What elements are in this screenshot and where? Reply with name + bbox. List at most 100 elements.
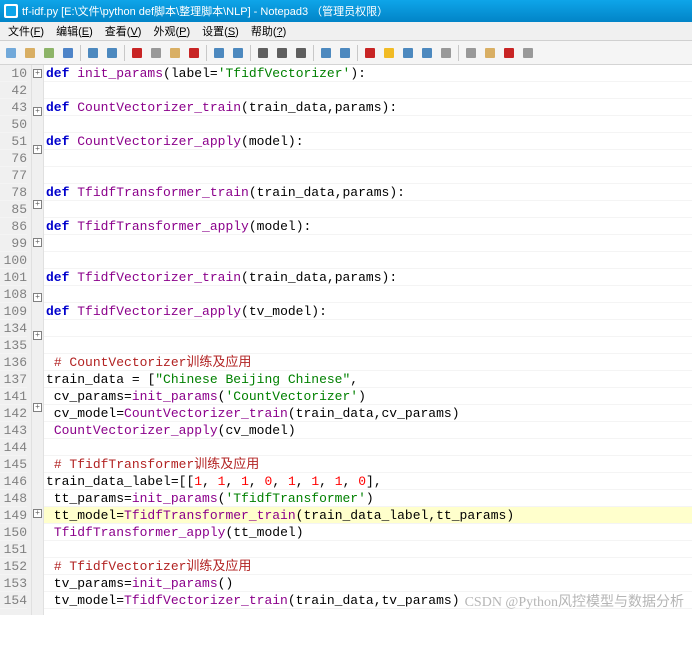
fold-toggle-icon[interactable]: + xyxy=(33,509,42,518)
ws-icon[interactable] xyxy=(273,44,291,62)
code-line[interactable]: def TfidfVectorizer_apply(tv_model): xyxy=(44,303,692,320)
code-line[interactable]: def TfidfVectorizer_train(train_data,par… xyxy=(44,269,692,286)
code-line[interactable]: train_data_label=[[1, 1, 1, 0, 1, 1, 1, … xyxy=(44,473,692,490)
fold-gutter[interactable]: + + + + + + + + + xyxy=(32,65,44,615)
wordup-icon[interactable] xyxy=(418,44,436,62)
line-number: 10 xyxy=(0,65,27,82)
code-line[interactable] xyxy=(44,541,692,558)
fold-toggle-icon[interactable]: + xyxy=(33,293,42,302)
code-line[interactable] xyxy=(44,252,692,269)
code-line[interactable] xyxy=(44,150,692,167)
zoomin-icon[interactable] xyxy=(317,44,335,62)
folder-icon[interactable] xyxy=(481,44,499,62)
line-number: 51 xyxy=(0,133,27,150)
line-number: 148 xyxy=(0,490,27,507)
redo-icon[interactable] xyxy=(103,44,121,62)
line-number: 100 xyxy=(0,252,27,269)
new-icon[interactable] xyxy=(2,44,20,62)
menu-item[interactable]: 帮助(?) xyxy=(245,22,292,40)
line-number: 146 xyxy=(0,473,27,490)
code-line[interactable]: tt_model=TfidfTransformer_train(train_da… xyxy=(44,507,692,524)
wrap-icon[interactable] xyxy=(254,44,272,62)
line-number: 149 xyxy=(0,507,27,524)
line-number: 143 xyxy=(0,422,27,439)
line-number: 134 xyxy=(0,320,27,337)
line-number: 50 xyxy=(0,116,27,133)
code-line[interactable] xyxy=(44,286,692,303)
clear-icon[interactable] xyxy=(437,44,455,62)
paste-icon[interactable] xyxy=(166,44,184,62)
settings-icon[interactable] xyxy=(519,44,537,62)
fold-toggle-icon[interactable]: + xyxy=(33,403,42,412)
code-line[interactable]: def init_params(label='TfidfVectorizer')… xyxy=(44,65,692,82)
line-number: 78 xyxy=(0,184,27,201)
editor[interactable]: 1042435051767778858699100101108109134135… xyxy=(0,65,692,615)
line-number: 76 xyxy=(0,150,27,167)
code-line[interactable] xyxy=(44,439,692,456)
code-line[interactable] xyxy=(44,235,692,252)
code-line[interactable]: def TfidfTransformer_apply(model): xyxy=(44,218,692,235)
menu-item[interactable]: 编辑(E) xyxy=(50,22,99,40)
pin-icon[interactable] xyxy=(361,44,379,62)
line-number: 152 xyxy=(0,558,27,575)
window-title: tf-idf.py [E:\文件\python def脚本\整理脚本\NLP] … xyxy=(22,3,388,19)
delete-icon[interactable] xyxy=(185,44,203,62)
code-line[interactable] xyxy=(44,337,692,354)
code-line[interactable]: TfidfTransformer_apply(tt_model) xyxy=(44,524,692,541)
undo-icon[interactable] xyxy=(84,44,102,62)
code-line[interactable]: tt_params=init_params('TfidfTransformer'… xyxy=(44,490,692,507)
code-line[interactable]: # TfidfVectorizer训练及应用 xyxy=(44,558,692,575)
code-line[interactable] xyxy=(44,82,692,99)
menu-item[interactable]: 文件(F) xyxy=(2,22,50,40)
code-line[interactable] xyxy=(44,320,692,337)
cut-icon[interactable] xyxy=(128,44,146,62)
font-icon[interactable] xyxy=(292,44,310,62)
code-line[interactable]: # TfidfTransformer训练及应用 xyxy=(44,456,692,473)
code-line[interactable] xyxy=(44,116,692,133)
code-line[interactable]: def TfidfTransformer_train(train_data,pa… xyxy=(44,184,692,201)
menu-item[interactable]: 外观(P) xyxy=(147,22,196,40)
replace-icon[interactable] xyxy=(229,44,247,62)
exit-icon[interactable] xyxy=(500,44,518,62)
code-line[interactable]: tv_params=init_params() xyxy=(44,575,692,592)
open-icon[interactable] xyxy=(21,44,39,62)
code-line[interactable] xyxy=(44,201,692,218)
worddown-icon[interactable] xyxy=(399,44,417,62)
code-line[interactable]: cv_model=CountVectorizer_train(train_dat… xyxy=(44,405,692,422)
line-number: 144 xyxy=(0,439,27,456)
code-line[interactable]: cv_params=init_params('CountVectorizer') xyxy=(44,388,692,405)
code-line[interactable]: # CountVectorizer训练及应用 xyxy=(44,354,692,371)
toolbar[interactable] xyxy=(0,41,692,65)
line-number: 109 xyxy=(0,303,27,320)
save-icon[interactable] xyxy=(59,44,77,62)
menu-item[interactable]: 查看(V) xyxy=(99,22,148,40)
line-number: 77 xyxy=(0,167,27,184)
star-icon[interactable] xyxy=(380,44,398,62)
code-area[interactable]: def init_params(label='TfidfVectorizer')… xyxy=(44,65,692,615)
code-line[interactable]: tv_model=TfidfVectorizer_train(train_dat… xyxy=(44,592,692,609)
copy-icon[interactable] xyxy=(147,44,165,62)
fold-toggle-icon[interactable]: + xyxy=(33,145,42,154)
code-line[interactable]: CountVectorizer_apply(cv_model) xyxy=(44,422,692,439)
line-number: 154 xyxy=(0,592,27,609)
line-number: 150 xyxy=(0,524,27,541)
line-number: 85 xyxy=(0,201,27,218)
print-icon[interactable] xyxy=(462,44,480,62)
fold-toggle-icon[interactable]: + xyxy=(33,69,42,78)
code-line[interactable]: def CountVectorizer_apply(model): xyxy=(44,133,692,150)
code-line[interactable]: def CountVectorizer_train(train_data,par… xyxy=(44,99,692,116)
fold-toggle-icon[interactable]: + xyxy=(33,107,42,116)
revert-icon[interactable] xyxy=(40,44,58,62)
code-line[interactable]: train_data = ["Chinese Beijing Chinese", xyxy=(44,371,692,388)
line-number: 99 xyxy=(0,235,27,252)
code-line[interactable] xyxy=(44,167,692,184)
fold-toggle-icon[interactable]: + xyxy=(33,200,42,209)
zoomout-icon[interactable] xyxy=(336,44,354,62)
line-number-gutter: 1042435051767778858699100101108109134135… xyxy=(0,65,32,615)
menu-item[interactable]: 设置(S) xyxy=(196,22,245,40)
menu-bar[interactable]: 文件(F)编辑(E)查看(V)外观(P)设置(S)帮助(?) xyxy=(0,22,692,41)
find-icon[interactable] xyxy=(210,44,228,62)
line-number: 42 xyxy=(0,82,27,99)
fold-toggle-icon[interactable]: + xyxy=(33,238,42,247)
fold-toggle-icon[interactable]: + xyxy=(33,331,42,340)
